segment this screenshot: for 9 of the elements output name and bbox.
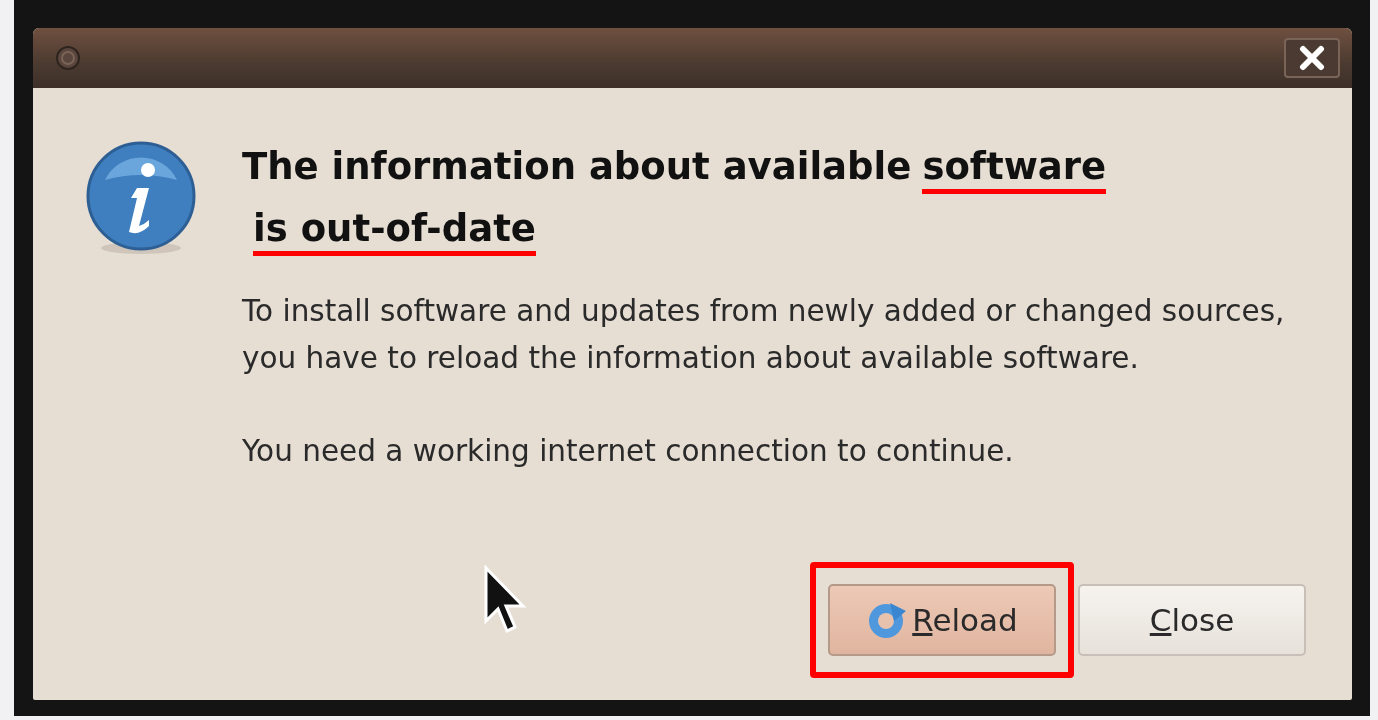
close-button[interactable]: Close bbox=[1078, 584, 1306, 656]
message-text: To install software and updates from newly added or changed sources, you have to reload the information about available software. bbox=[242, 293, 1286, 377]
dialog-heading: The information about available software is out-of-date bbox=[242, 140, 1292, 264]
message-text: You need a working internet connection to continue. bbox=[242, 433, 1015, 470]
reload-button[interactable]: Reload bbox=[828, 584, 1056, 656]
close-icon bbox=[1299, 45, 1325, 71]
close-button[interactable] bbox=[1284, 38, 1340, 78]
window-menu-icon[interactable] bbox=[55, 45, 81, 71]
info-icon bbox=[85, 140, 197, 256]
